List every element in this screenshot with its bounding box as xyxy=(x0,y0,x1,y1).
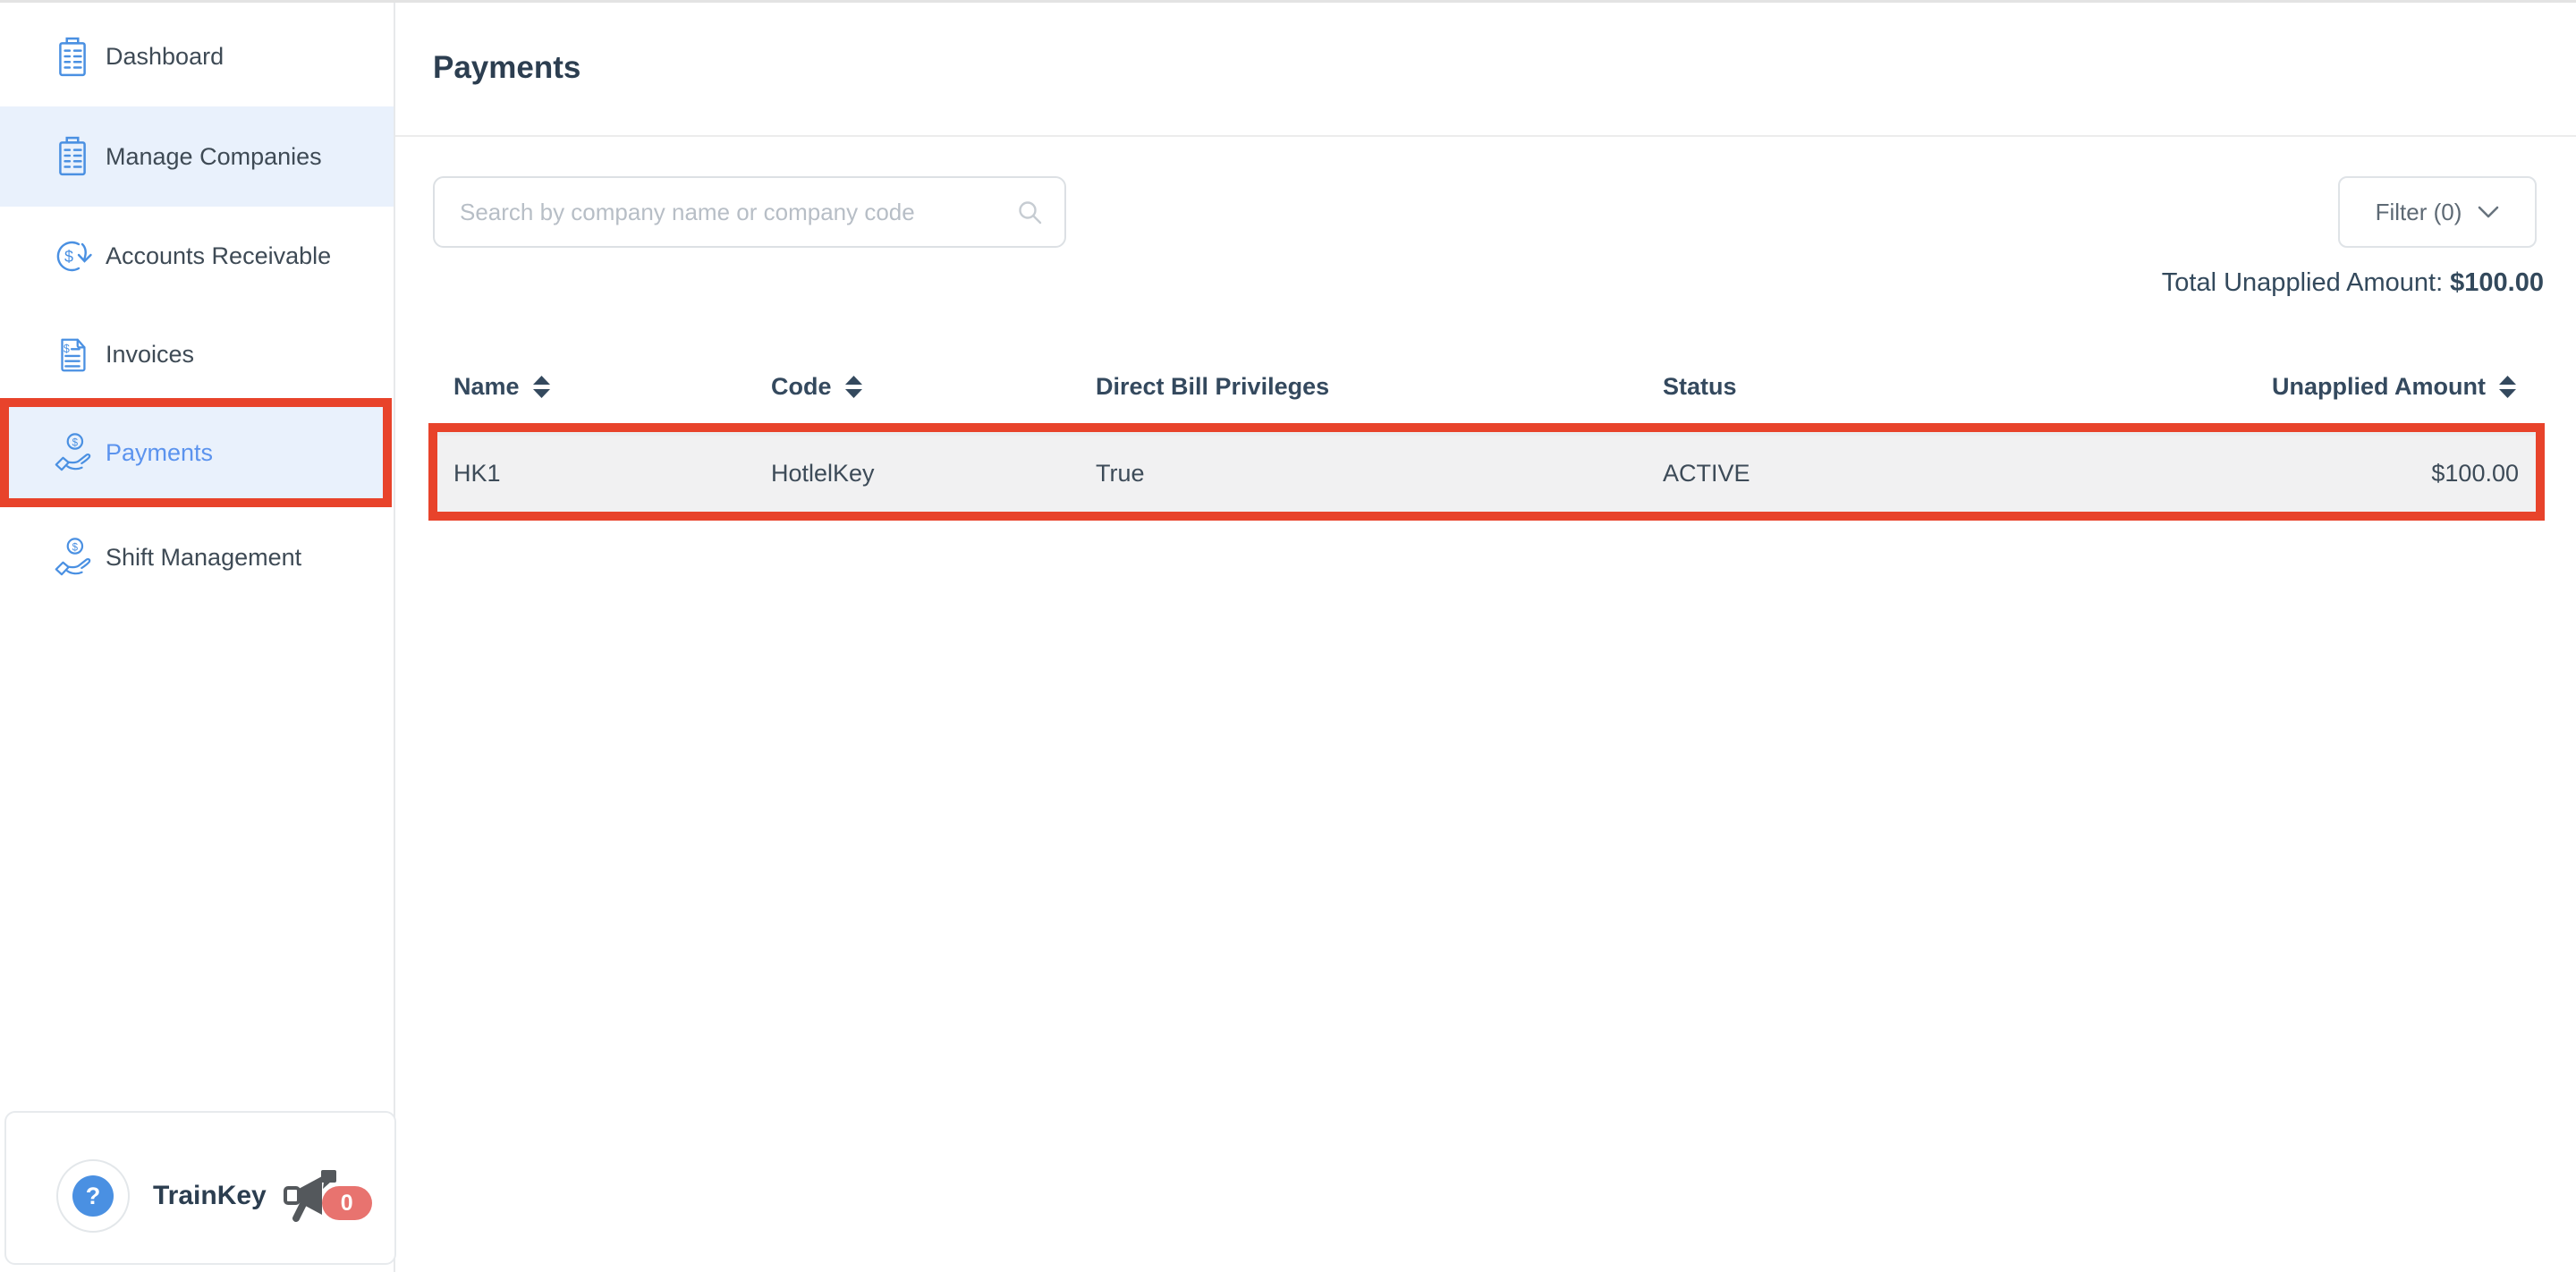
hand-coin-icon: $ xyxy=(52,537,93,578)
column-header-name[interactable]: Name xyxy=(453,373,771,401)
sidebar-item-accounts-receivable[interactable]: $ Accounts Receivable xyxy=(0,207,394,306)
sidebar-item-manage-companies[interactable]: Manage Companies xyxy=(0,106,394,207)
search-icon xyxy=(1016,199,1043,225)
hand-coin-icon: $ xyxy=(52,432,93,473)
sort-icon xyxy=(532,375,551,399)
sidebar-item-label: Manage Companies xyxy=(106,143,322,171)
page-title: Payments xyxy=(433,50,580,86)
sidebar-item-payments[interactable]: $ Payments xyxy=(9,407,383,498)
filter-label: Filter (0) xyxy=(2376,199,2462,226)
table-row[interactable]: HK1 HotlelKey True ACTIVE $100.00 xyxy=(437,432,2536,512)
cell-status: ACTIVE xyxy=(1663,460,2128,488)
sidebar-item-label: Dashboard xyxy=(106,43,224,71)
cell-name: HK1 xyxy=(453,460,771,488)
invoice-icon: $ xyxy=(52,335,93,376)
svg-text:$: $ xyxy=(64,343,70,355)
window-top-edge xyxy=(0,0,2576,3)
filter-button[interactable]: Filter (0) xyxy=(2338,176,2537,248)
svg-text:$: $ xyxy=(72,542,79,553)
cell-code: HotlelKey xyxy=(771,460,1096,488)
annotation-box-payments: $ Payments xyxy=(0,398,392,507)
column-header-code[interactable]: Code xyxy=(771,373,1096,401)
search-input[interactable] xyxy=(435,199,1016,226)
sort-icon xyxy=(844,375,863,399)
building-icon xyxy=(52,136,93,177)
sidebar-item-label: Invoices xyxy=(106,341,194,369)
search-box xyxy=(433,176,1066,248)
sidebar-item-label: Payments xyxy=(106,439,213,467)
cell-direct-bill: True xyxy=(1096,460,1663,488)
help-button[interactable]: ? xyxy=(56,1159,130,1233)
sidebar-item-label: Shift Management xyxy=(106,544,301,572)
header-divider xyxy=(395,135,2576,137)
cell-unapplied-amount: $100.00 xyxy=(2431,460,2519,488)
column-header-unapplied-amount[interactable]: Unapplied Amount xyxy=(2272,373,2517,401)
svg-text:$: $ xyxy=(72,437,79,448)
dollar-refresh-icon: $ xyxy=(52,236,93,277)
total-unapplied-line: Total Unapplied Amount:$100.00 xyxy=(2162,268,2544,298)
column-header-status: Status xyxy=(1663,373,2128,401)
table-header-row: Name Code Direct Bill Privileges Status … xyxy=(453,361,2517,411)
column-header-direct-bill-privileges: Direct Bill Privileges xyxy=(1096,373,1663,401)
sidebar-item-label: Accounts Receivable xyxy=(106,242,331,270)
building-icon xyxy=(52,37,93,78)
notification-badge: 0 xyxy=(322,1186,372,1220)
chevron-down-icon xyxy=(2478,205,2499,219)
total-unapplied-label: Total Unapplied Amount: xyxy=(2162,268,2443,297)
sidebar-footer-card: ? TrainKey 0 xyxy=(4,1111,396,1265)
brand-trainkey: TrainKey xyxy=(153,1181,267,1211)
annotation-box-payment-row: HK1 HotlelKey True ACTIVE $100.00 xyxy=(428,423,2545,521)
sidebar-item-invoices[interactable]: $ Invoices xyxy=(0,305,394,404)
total-unapplied-value: $100.00 xyxy=(2450,268,2544,297)
sort-icon xyxy=(2498,375,2517,399)
main-content: Payments Filter (0) Total Unapplied Amou… xyxy=(395,0,2576,1272)
app-window: Dashboard Manage Companies $ Accounts xyxy=(0,0,2576,1272)
question-mark-icon: ? xyxy=(72,1175,114,1217)
sidebar-item-shift-management[interactable]: $ Shift Management xyxy=(0,507,394,607)
svg-text:$: $ xyxy=(64,248,73,266)
sidebar: Dashboard Manage Companies $ Accounts xyxy=(0,0,395,1272)
sidebar-item-dashboard[interactable]: Dashboard xyxy=(0,7,394,106)
